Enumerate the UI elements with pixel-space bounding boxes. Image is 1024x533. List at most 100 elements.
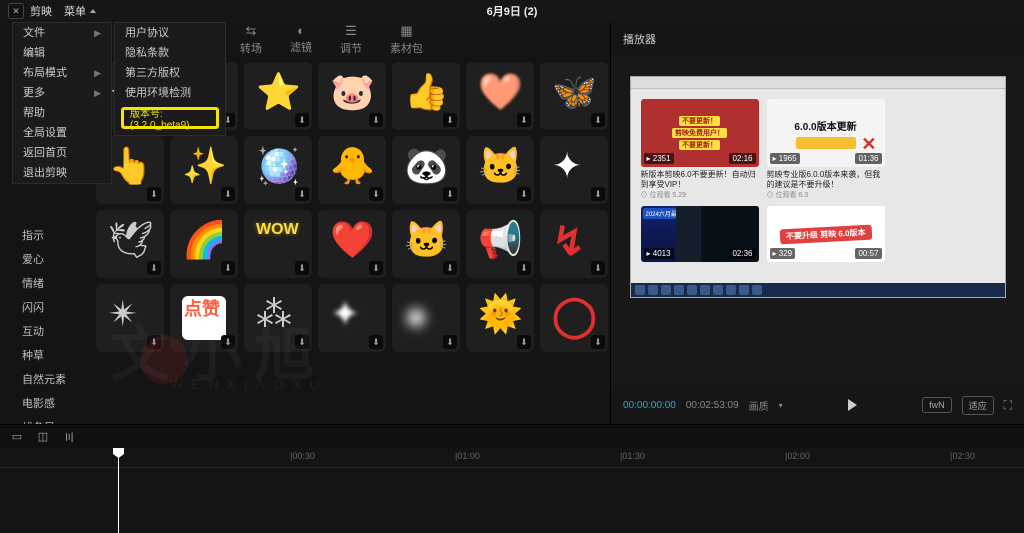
- sticker-red-circle[interactable]: ◯⬇: [540, 284, 608, 352]
- sticker-sun[interactable]: 🌞⬇: [466, 284, 534, 352]
- download-icon[interactable]: ⬇: [295, 261, 309, 275]
- sticker-butterfly-glow[interactable]: ✦⬇: [318, 284, 386, 352]
- sun-icon: 🌞: [478, 296, 522, 340]
- red-circle-icon: ◯: [552, 296, 596, 340]
- sticker-heart-glow[interactable]: 🤎⬇: [466, 62, 534, 130]
- menu-item-返回首页[interactable]: 返回首页: [13, 143, 111, 163]
- menu-item-文件[interactable]: 文件▶: [13, 23, 111, 43]
- tab-素材包[interactable]: ▦素材包: [390, 23, 423, 56]
- sticker-thumbs-up-3d[interactable]: 👍⬇: [392, 62, 460, 130]
- sticker-megaphone[interactable]: 📢⬇: [466, 210, 534, 278]
- submenu-item-第三方版权[interactable]: 第三方版权: [115, 63, 225, 83]
- sticker-sparkle-dots[interactable]: ✨⬇: [170, 136, 238, 204]
- sticker-heart-hands[interactable]: ❤️⬇: [318, 210, 386, 278]
- fullscreen-icon[interactable]: ⛶: [1004, 398, 1012, 413]
- download-icon[interactable]: ⬇: [369, 261, 383, 275]
- menu-item-帮助[interactable]: 帮助: [13, 103, 111, 123]
- sticker-lens-flare[interactable]: ✴⬇: [96, 284, 164, 352]
- tab-滤镜[interactable]: ◐滤镜: [290, 23, 312, 55]
- download-icon[interactable]: ⬇: [147, 335, 161, 349]
- pointer-tool[interactable]: ▭: [10, 430, 24, 444]
- duration-badge: 01:36: [855, 153, 881, 164]
- menu-item-退出剪映[interactable]: 退出剪映: [13, 163, 111, 183]
- category-互动[interactable]: 互动: [0, 320, 88, 344]
- sticker-rainbow[interactable]: 🌈⬇: [170, 210, 238, 278]
- sticker-sparkle-dust[interactable]: ⁂⬇: [244, 284, 312, 352]
- video-card[interactable]: 6.0.0版本更新✕▸ 196501:36剪映专业版6.0.0版本来袭，但我的建…: [767, 99, 885, 200]
- fit-button[interactable]: 适应: [962, 396, 994, 415]
- video-card[interactable]: 不要更新！剪映免费用户！不要更新！▸ 235102:16新版本剪映6.0不要更新…: [641, 99, 759, 200]
- playhead[interactable]: [118, 448, 119, 533]
- sticker-star-yellow[interactable]: ⭐⬇: [244, 62, 312, 130]
- download-icon[interactable]: ⬇: [443, 187, 457, 201]
- sticker-pig-face[interactable]: 🐷⬇: [318, 62, 386, 130]
- download-icon[interactable]: ⬇: [517, 261, 531, 275]
- download-icon[interactable]: ⬇: [369, 113, 383, 127]
- sticker-cat-orange[interactable]: 🐱⬇: [466, 136, 534, 204]
- menu-item-更多[interactable]: 更多▶: [13, 83, 111, 103]
- tab-调节[interactable]: ☰调节: [340, 23, 362, 56]
- tab-转场[interactable]: ⇆转场: [240, 23, 262, 56]
- video-thumb: 不要更新！剪映免费用户！不要更新！▸ 235102:16: [641, 99, 759, 167]
- download-icon[interactable]: ⬇: [147, 261, 161, 275]
- split-tool[interactable]: 〣: [62, 430, 76, 444]
- submenu-item-隐私条款[interactable]: 隐私条款: [115, 43, 225, 63]
- select-tool[interactable]: ◫: [36, 430, 50, 444]
- sticker-dianzan-text[interactable]: 点赞⬇: [170, 284, 238, 352]
- download-icon[interactable]: ⬇: [221, 261, 235, 275]
- menu-button[interactable]: 菜单: [64, 3, 96, 19]
- category-电影感[interactable]: 电影感: [0, 392, 88, 416]
- video-card[interactable]: 不要升级 剪映 6.0版本▸ 32900:57: [767, 206, 885, 262]
- download-icon[interactable]: ⬇: [517, 113, 531, 127]
- menu-item-编辑[interactable]: 编辑: [13, 43, 111, 63]
- download-icon[interactable]: ⬇: [369, 187, 383, 201]
- sticker-wow-text[interactable]: WOW⬇: [244, 210, 312, 278]
- category-种草[interactable]: 种草: [0, 344, 88, 368]
- timeline[interactable]: |00:30|01:00|01:30|02:00|02:30: [0, 448, 1024, 533]
- views-badge: ▸ 4013: [644, 248, 674, 259]
- download-icon[interactable]: ⬇: [517, 187, 531, 201]
- download-icon[interactable]: ⬇: [295, 335, 309, 349]
- submenu-item-用户协议[interactable]: 用户协议: [115, 23, 225, 43]
- fwn-button[interactable]: fwN: [922, 397, 952, 413]
- sticker-cat-white[interactable]: 🐱⬇: [392, 210, 460, 278]
- arrow-down-red-icon: ↯: [552, 222, 596, 266]
- download-icon[interactable]: ⬇: [295, 113, 309, 127]
- download-icon[interactable]: ⬇: [591, 187, 605, 201]
- sticker-disco-ball[interactable]: 🪩⬇: [244, 136, 312, 204]
- sticker-panda[interactable]: 🐼⬇: [392, 136, 460, 204]
- quality-select[interactable]: 画质: [749, 398, 769, 413]
- category-指示[interactable]: 指示: [0, 224, 88, 248]
- download-icon[interactable]: ⬇: [443, 335, 457, 349]
- download-icon[interactable]: ⬇: [443, 261, 457, 275]
- download-icon[interactable]: ⬇: [591, 335, 605, 349]
- sticker-glow-blob[interactable]: ●⬇: [392, 284, 460, 352]
- menu-item-全局设置[interactable]: 全局设置: [13, 123, 111, 143]
- sticker-wings[interactable]: 🕊⬇: [96, 210, 164, 278]
- category-闪闪[interactable]: 闪闪: [0, 296, 88, 320]
- category-自然元素[interactable]: 自然元素: [0, 368, 88, 392]
- download-icon[interactable]: ⬇: [147, 187, 161, 201]
- play-button[interactable]: [848, 399, 857, 411]
- category-线条风[interactable]: 线条风: [0, 416, 88, 424]
- sticker-arrow-down-red[interactable]: ↯⬇: [540, 210, 608, 278]
- sticker-butterfly-white[interactable]: 🦋⬇: [540, 62, 608, 130]
- download-icon[interactable]: ⬇: [443, 113, 457, 127]
- sticker-chick[interactable]: 🐥⬇: [318, 136, 386, 204]
- download-icon[interactable]: ⬇: [221, 335, 235, 349]
- download-icon[interactable]: ⬇: [295, 187, 309, 201]
- player-controls: 00:00:00:00 00:02:53:09 画质 ▾ fwN 适应 ⛶: [611, 386, 1024, 424]
- download-icon[interactable]: ⬇: [221, 187, 235, 201]
- category-情绪[interactable]: 情绪: [0, 272, 88, 296]
- submenu-item-使用环境检测[interactable]: 使用环境检测: [115, 83, 225, 103]
- video-card[interactable]: 2024六月最新软件▸ 401302:36: [641, 206, 759, 262]
- download-icon[interactable]: ⬇: [517, 335, 531, 349]
- timeline-ruler[interactable]: |00:30|01:00|01:30|02:00|02:30: [0, 448, 1024, 468]
- download-icon[interactable]: ⬇: [591, 261, 605, 275]
- download-icon[interactable]: ⬇: [591, 113, 605, 127]
- sticker-star-4pt[interactable]: ✦⬇: [540, 136, 608, 204]
- download-icon[interactable]: ⬇: [369, 335, 383, 349]
- category-爱心[interactable]: 爱心: [0, 248, 88, 272]
- menu-item-布局模式[interactable]: 布局模式▶: [13, 63, 111, 83]
- tab-label: 滤镜: [290, 39, 312, 55]
